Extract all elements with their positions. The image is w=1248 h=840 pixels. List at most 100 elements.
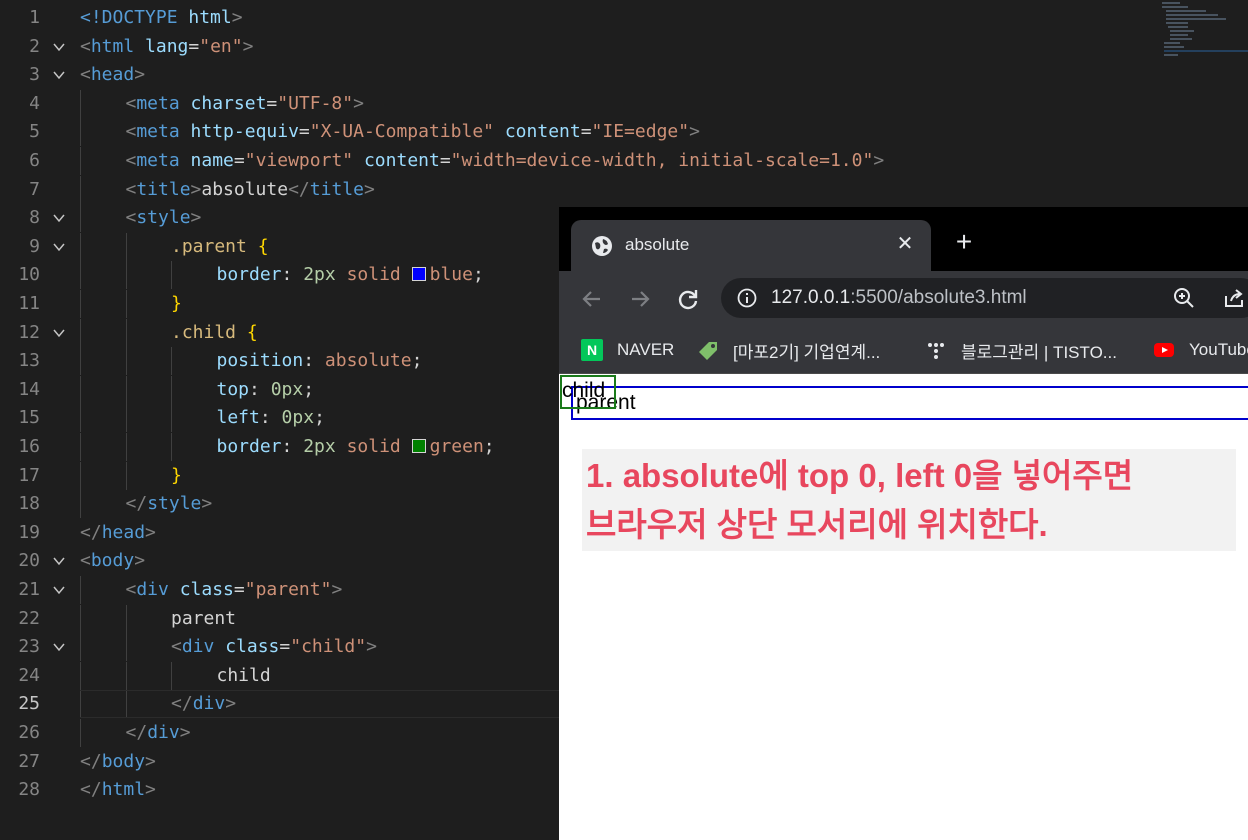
code-token: title xyxy=(136,178,191,200)
code-text[interactable]: <div class="parent"> xyxy=(80,576,343,604)
bookmark-label: [마포2기] 기업연계... xyxy=(733,342,881,362)
fold-chevron-icon[interactable] xyxy=(52,204,70,235)
line-number[interactable]: 20 xyxy=(0,547,40,575)
code-text[interactable]: .parent { xyxy=(80,233,269,261)
line-number[interactable]: 4 xyxy=(0,90,40,118)
browser-tab[interactable]: absolute ✕ xyxy=(571,220,931,271)
line-number[interactable]: 5 xyxy=(0,118,40,146)
line-number[interactable]: 24 xyxy=(0,662,40,690)
line-number[interactable]: 28 xyxy=(0,776,40,804)
fold-chevron-icon[interactable] xyxy=(52,319,70,350)
line-number[interactable]: 23 xyxy=(0,633,40,661)
fold-chevron-icon[interactable] xyxy=(52,33,70,64)
line-number[interactable]: 25 xyxy=(0,690,40,718)
bookmark-mapo[interactable]: [마포2기] 기업연계... xyxy=(697,327,880,373)
address-bar[interactable]: 127.0.0.1:5500/absolute3.html xyxy=(721,278,1248,318)
naver-icon: N xyxy=(581,339,603,361)
code-line[interactable]: 2 <html lang="en"> xyxy=(0,33,1248,61)
reload-icon[interactable] xyxy=(674,285,702,313)
code-token: charset xyxy=(190,92,267,114)
line-number[interactable]: 2 xyxy=(0,33,40,61)
code-text[interactable]: border: 2px solid green; xyxy=(80,433,495,461)
line-number[interactable]: 6 xyxy=(0,147,40,175)
code-line[interactable]: 5 <meta http-equiv="X-UA-Compatible" cont… xyxy=(0,118,1248,147)
bookmarks-bar: N NAVER [마포2기] 기업연계... 블로그관리 | TISTO... … xyxy=(559,327,1248,374)
url-text: 127.0.0.1:5500/absolute3.html xyxy=(771,287,1027,309)
line-number[interactable]: 8 xyxy=(0,204,40,232)
fold-chevron-icon[interactable] xyxy=(52,233,70,264)
fold-chevron-icon[interactable] xyxy=(52,633,70,664)
code-text[interactable]: <html lang="en"> xyxy=(80,33,253,61)
code-text[interactable]: </div> xyxy=(80,690,236,718)
code-line[interactable]: 4 <meta charset="UTF-8"> xyxy=(0,89,1248,118)
line-number[interactable]: 27 xyxy=(0,748,40,776)
code-text[interactable]: <body> xyxy=(80,547,145,575)
line-number[interactable]: 12 xyxy=(0,319,40,347)
code-text[interactable]: parent xyxy=(80,605,236,633)
code-text[interactable]: <meta http-equiv="X-UA-Compatible" conte… xyxy=(80,118,700,146)
code-text[interactable]: </style> xyxy=(80,490,213,518)
code-token: } xyxy=(171,293,182,314)
line-number[interactable]: 17 xyxy=(0,462,40,490)
code-line[interactable]: 6 <meta name="viewport" content="width=de… xyxy=(0,147,1248,175)
share-icon[interactable] xyxy=(1223,287,1245,309)
code-text[interactable]: position: absolute; xyxy=(80,347,423,375)
bookmark-tistory[interactable]: 블로그관리 | TISTO... xyxy=(925,327,1117,373)
line-number[interactable]: 16 xyxy=(0,433,40,461)
fold-chevron-icon[interactable] xyxy=(52,576,70,607)
code-text[interactable]: border: 2px solid blue; xyxy=(80,261,484,289)
line-number[interactable]: 18 xyxy=(0,490,40,518)
code-text[interactable]: } xyxy=(80,462,182,490)
color-swatch-icon[interactable] xyxy=(411,267,426,282)
line-number[interactable]: 15 xyxy=(0,404,40,432)
line-number[interactable]: 1 xyxy=(0,4,40,32)
code-text[interactable]: .child { xyxy=(80,319,258,347)
code-text[interactable]: <style> xyxy=(80,204,202,232)
line-number[interactable]: 11 xyxy=(0,290,40,318)
bookmark-naver[interactable]: N NAVER xyxy=(581,327,674,373)
line-number[interactable]: 22 xyxy=(0,605,40,633)
line-number[interactable]: 10 xyxy=(0,261,40,289)
color-swatch-icon[interactable] xyxy=(411,439,426,453)
line-number[interactable]: 14 xyxy=(0,376,40,404)
code-text[interactable]: </div> xyxy=(80,719,191,747)
code-token: "viewport" xyxy=(244,150,354,171)
line-number[interactable]: 7 xyxy=(0,176,40,204)
code-text[interactable]: <meta charset="UTF-8"> xyxy=(80,90,364,118)
code-text[interactable]: </head> xyxy=(80,519,156,547)
code-token: content xyxy=(363,150,440,171)
bookmark-youtube[interactable]: YouTube xyxy=(1153,327,1248,373)
fold-chevron-icon[interactable] xyxy=(52,61,70,92)
code-line[interactable]: 1 <!DOCTYPE html> xyxy=(0,4,1248,32)
zoom-icon[interactable] xyxy=(1173,287,1195,309)
fold-chevron-icon[interactable] xyxy=(52,547,70,578)
code-text[interactable]: top: 0px; xyxy=(80,376,315,404)
line-number[interactable]: 26 xyxy=(0,719,40,747)
code-text[interactable]: child xyxy=(80,662,271,690)
code-text[interactable]: } xyxy=(80,290,182,318)
tab-close-icon[interactable]: ✕ xyxy=(893,232,917,256)
code-token: title xyxy=(309,178,364,200)
back-arrow-icon[interactable] xyxy=(578,285,606,313)
line-number[interactable]: 13 xyxy=(0,347,40,375)
code-text[interactable]: left: 0px; xyxy=(80,404,325,432)
line-number[interactable]: 3 xyxy=(0,61,40,89)
code-text[interactable]: <div class="child"> xyxy=(80,633,377,661)
minimap[interactable] xyxy=(1160,0,1248,60)
code-line[interactable]: 3 <head> xyxy=(0,61,1248,89)
forward-arrow-icon[interactable] xyxy=(626,285,654,313)
code-token: lang xyxy=(145,35,189,57)
code-text[interactable]: <head> xyxy=(80,61,145,89)
code-line[interactable]: 7 <title>absolute</title> xyxy=(0,175,1248,204)
code-text[interactable]: </body> xyxy=(80,748,156,776)
code-text[interactable]: <title>absolute</title> xyxy=(80,176,375,204)
line-number[interactable]: 19 xyxy=(0,519,40,547)
code-text[interactable]: </html> xyxy=(80,776,156,804)
line-number[interactable]: 9 xyxy=(0,233,40,261)
code-token: .child xyxy=(171,321,237,343)
info-icon[interactable] xyxy=(737,288,757,308)
code-text[interactable]: <meta name="viewport" content="width=dev… xyxy=(80,147,885,175)
code-text[interactable]: <!DOCTYPE html> xyxy=(80,4,243,32)
line-number[interactable]: 21 xyxy=(0,576,40,604)
new-tab-button[interactable]: + xyxy=(951,228,977,256)
